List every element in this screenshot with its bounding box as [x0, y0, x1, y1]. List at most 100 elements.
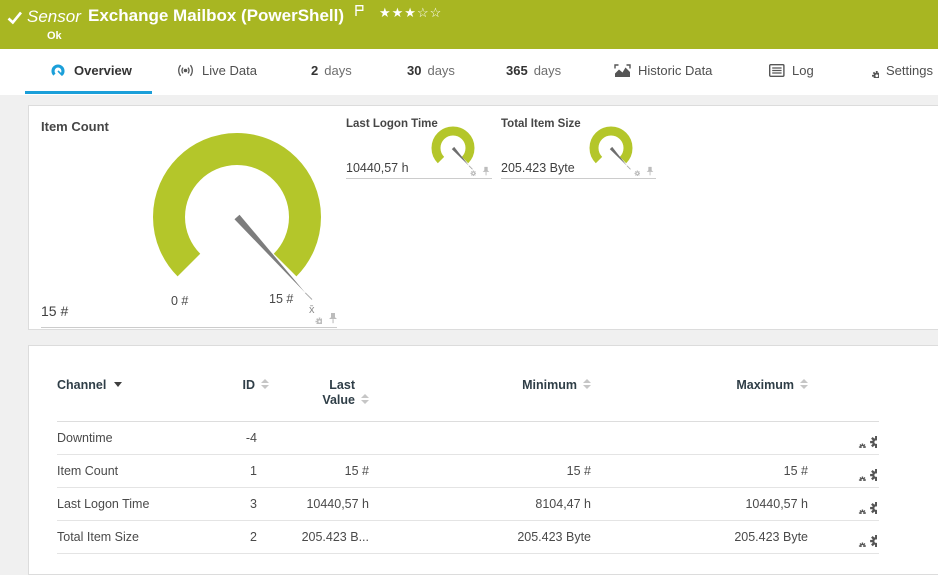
column-header-id-label: ID: [243, 378, 256, 392]
gauge-icon: [50, 62, 67, 79]
sensor-status-text: Ok: [47, 30, 62, 42]
priority-flag-icon[interactable]: [354, 4, 365, 17]
pin-icon[interactable]: [645, 166, 655, 176]
column-header-last-value[interactable]: Last Value: [269, 364, 369, 422]
column-header-channel[interactable]: Channel: [57, 364, 207, 422]
channel-last-value: 10440,57 h: [269, 488, 369, 521]
tab-365-days[interactable]: 365 days: [506, 49, 561, 92]
gauges-card: Item Count x̄ 0 # 15 # 15 # Last Logon T…: [28, 105, 938, 330]
gauge-current-value: 15 #: [41, 303, 68, 319]
gauge-scale-min: 0 #: [171, 294, 188, 308]
channel-settings-gears-icon[interactable]: [853, 495, 877, 514]
gauge-panel-item-count: Item Count x̄ 0 # 15 # 15 #: [41, 114, 337, 328]
channel-id: 3: [207, 488, 269, 521]
column-header-last-value-label: Last Value: [315, 378, 355, 408]
channel-settings-gears-icon[interactable]: [853, 462, 877, 481]
channel-minimum: [369, 422, 591, 455]
tab-settings[interactable]: Settings: [865, 49, 933, 92]
gear-icon[interactable]: [465, 165, 476, 176]
table-row-total-item-size: Total Item Size 2 205.423 B... 205.423 B…: [57, 521, 879, 554]
tab-historic-data-label: Historic Data: [638, 63, 712, 78]
gear-icon[interactable]: [629, 165, 640, 176]
tab-log[interactable]: Log: [769, 49, 814, 92]
tab-2-days[interactable]: 2 days: [311, 49, 352, 92]
live-broadcast-icon: [176, 63, 195, 78]
gauge-panel-total-item-size: Total Item Size 205.423 Byte: [501, 116, 656, 179]
item-count-gauge[interactable]: x̄: [129, 131, 345, 319]
channel-id: -4: [207, 422, 269, 455]
pin-icon[interactable]: [327, 312, 339, 324]
channel-name: Item Count: [57, 455, 207, 488]
channel-maximum: [591, 422, 808, 455]
gauge-title: Last Logon Time: [346, 118, 438, 130]
gear-icon: [865, 64, 879, 78]
sort-icon: [261, 379, 269, 389]
channel-id: 1: [207, 455, 269, 488]
gear-icon[interactable]: [309, 311, 322, 324]
channel-name: Total Item Size: [57, 521, 207, 554]
sort-icon: [361, 394, 369, 404]
channel-id: 2: [207, 521, 269, 554]
tab-historic-data[interactable]: Historic Data: [614, 49, 712, 92]
tab-30-days-number: 30: [407, 63, 421, 78]
channel-last-value: [269, 422, 369, 455]
channel-settings-gears-icon[interactable]: [853, 528, 877, 547]
gauge-panel-last-logon-time: Last Logon Time 10440,57 h: [346, 116, 492, 179]
sort-icon: [583, 379, 591, 389]
channel-minimum: 205.423 Byte: [369, 521, 591, 554]
column-header-settings: [808, 364, 879, 422]
sort-icon: [800, 379, 808, 389]
sensor-title: Exchange Mailbox (PowerShell): [88, 6, 344, 26]
channel-name: Last Logon Time: [57, 488, 207, 521]
pin-icon[interactable]: [481, 166, 491, 176]
channel-last-value: 15 #: [269, 455, 369, 488]
tab-2-days-number: 2: [311, 63, 318, 78]
tab-live-data[interactable]: Live Data: [176, 49, 257, 92]
panel-tools: [629, 165, 655, 176]
panel-tools: [309, 311, 339, 324]
column-header-maximum[interactable]: Maximum: [591, 364, 808, 422]
column-header-channel-label: Channel: [57, 378, 106, 392]
gauge-title: Item Count: [41, 119, 109, 134]
gauge-current-value: 205.423 Byte: [501, 161, 575, 175]
tab-live-data-label: Live Data: [202, 63, 257, 78]
tab-30-days-unit: days: [427, 63, 454, 78]
channel-maximum: 10440,57 h: [591, 488, 808, 521]
gauge-scale-max: 15 #: [269, 292, 293, 306]
column-header-maximum-label: Maximum: [736, 378, 794, 392]
channels-card: Channel ID Last Value Minimum Maximum: [28, 345, 938, 575]
channel-minimum: 15 #: [369, 455, 591, 488]
area-chart-icon: [614, 64, 631, 78]
tab-settings-label: Settings: [886, 63, 933, 78]
tab-overview[interactable]: Overview: [50, 49, 132, 92]
channel-name: Downtime: [57, 422, 207, 455]
column-header-id[interactable]: ID: [207, 364, 269, 422]
panel-tools: [465, 165, 491, 176]
channel-maximum: 205.423 Byte: [591, 521, 808, 554]
tab-365-days-number: 365: [506, 63, 528, 78]
tab-2-days-unit: days: [324, 63, 351, 78]
log-list-icon: [769, 64, 785, 77]
favorite-rating-stars[interactable]: ★★★☆☆: [379, 5, 442, 21]
tab-log-label: Log: [792, 63, 814, 78]
table-row-last-logon-time: Last Logon Time 3 10440,57 h 8104,47 h 1…: [57, 488, 879, 521]
sensor-status-header: Sensor Exchange Mailbox (PowerShell) ★★★…: [0, 0, 938, 49]
active-tab-underline: [25, 91, 152, 94]
channel-table-header-row: Channel ID Last Value Minimum Maximum: [57, 364, 879, 422]
channel-maximum: 15 #: [591, 455, 808, 488]
tab-365-days-unit: days: [534, 63, 561, 78]
column-header-minimum-label: Minimum: [522, 378, 577, 392]
tab-overview-label: Overview: [74, 63, 132, 78]
gauge-current-value: 10440,57 h: [346, 161, 409, 175]
column-header-minimum[interactable]: Minimum: [369, 364, 591, 422]
channel-settings-gears-icon[interactable]: [853, 429, 877, 448]
sensor-tabbar: Overview Live Data 2 days 30 days 365 da…: [0, 49, 938, 95]
tab-30-days[interactable]: 30 days: [407, 49, 455, 92]
table-row-downtime: Downtime -4: [57, 422, 879, 455]
gauge-title: Total Item Size: [501, 118, 581, 130]
total-item-size-gauge[interactable]: [587, 125, 635, 171]
sensor-kind-label: Sensor: [27, 7, 81, 27]
sort-desc-icon: [114, 382, 122, 387]
table-row-item-count: Item Count 1 15 # 15 # 15 #: [57, 455, 879, 488]
channel-last-value: 205.423 B...: [269, 521, 369, 554]
